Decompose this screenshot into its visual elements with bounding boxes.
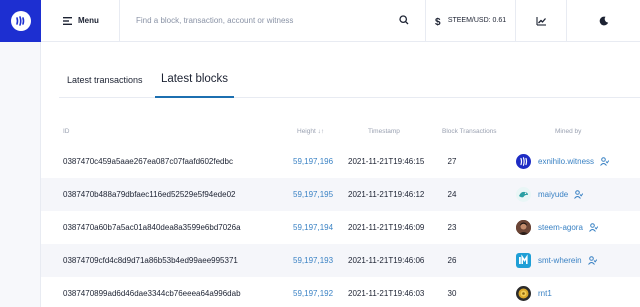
search-input[interactable]: [136, 16, 386, 25]
table-row: 0387470a60b7a5ac01a840dea8a3599e6bd7026a…: [41, 211, 640, 244]
witness-user-icon: [589, 223, 598, 232]
block-timestamp: 2021-11-21T19:46:03: [348, 289, 425, 298]
block-transactions-count: 30: [447, 289, 457, 298]
table-row: 03874709cfd4c8d9d71a86b53b4ed99aee995371…: [41, 244, 640, 277]
column-header-timestamp: Timestamp: [368, 128, 400, 135]
block-timestamp: 2021-11-21T19:46:15: [348, 157, 425, 166]
block-id: 0387470b488a79dbfaec116ed52529e5f94ede02: [63, 190, 236, 199]
block-height-link[interactable]: 59,197,196: [293, 145, 333, 178]
menu-button[interactable]: Menu: [41, 0, 120, 42]
tab-latest-blocks[interactable]: Latest blocks: [155, 62, 234, 98]
miner-name: rnt1: [538, 289, 552, 298]
witness-user-icon: [574, 190, 584, 199]
block-id: 0387470a60b7a5ac01a840dea8a3599e6bd7026a: [63, 223, 241, 232]
miner-name: steem-agora: [538, 223, 583, 232]
menu-label: Menu: [78, 16, 99, 25]
block-height-link[interactable]: 59,197,195: [293, 178, 333, 211]
block-id: 0387470c459a5aae267ea087c07faafd602fedbc: [63, 157, 233, 166]
witness-user-icon: [587, 256, 597, 265]
block-transactions-count: 26: [447, 256, 457, 265]
search-icon[interactable]: [399, 14, 409, 25]
price-ticker: $ STEEM/USD: 0.61: [426, 0, 516, 42]
block-transactions-count: 27: [447, 157, 457, 166]
dollar-icon: $: [435, 17, 441, 26]
portrait-icon: [516, 220, 531, 235]
miner-link[interactable]: steem-agora: [516, 211, 598, 244]
hamburger-icon: [63, 16, 72, 25]
miner-name: smt-wherein: [538, 256, 582, 265]
column-header-block-transactions: Block Transactions: [442, 128, 497, 135]
column-header-height[interactable]: Height ↓↑: [297, 128, 324, 135]
gold-coin-icon: [516, 286, 531, 301]
chart-button[interactable]: [516, 0, 567, 42]
svg-text:$: $: [435, 17, 441, 26]
search-box: [120, 0, 426, 42]
miner-link[interactable]: maiyude: [516, 178, 584, 211]
table-row: 0387470899ad6d46dae3344cb76eeea64a996dab…: [41, 277, 640, 307]
teal-bird-icon: [516, 187, 531, 202]
miner-link[interactable]: rnt1: [516, 277, 552, 307]
tab-bar: Latest transactions Latest blocks: [59, 62, 640, 98]
left-rail: [0, 0, 41, 307]
im-logo-icon: [516, 253, 531, 268]
block-id: 0387470899ad6d46dae3344cb76eeea64a996dab: [63, 289, 241, 298]
top-bar: Menu $ STEEM/USD: 0.61: [41, 0, 640, 42]
column-header-id: ID: [63, 128, 70, 135]
block-timestamp: 2021-11-21T19:46:12: [348, 190, 425, 199]
chart-icon: [535, 16, 546, 26]
table-row: 0387470c459a5aae267ea087c07faafd602fedbc…: [41, 145, 640, 178]
table-row: 0387470b488a79dbfaec116ed52529e5f94ede02…: [41, 178, 640, 211]
moon-icon: [599, 16, 608, 25]
block-transactions-count: 24: [447, 190, 457, 199]
miner-name: exnihilo.witness: [538, 157, 595, 166]
exnihilo-logo-icon: [516, 154, 531, 169]
price-label: STEEM/USD: 0.61: [447, 17, 507, 24]
steem-logo-icon[interactable]: [0, 0, 41, 42]
column-header-mined-by: Mined by: [555, 128, 582, 135]
dark-mode-button[interactable]: [567, 0, 640, 42]
block-timestamp: 2021-11-21T19:46:06: [348, 256, 425, 265]
block-timestamp: 2021-11-21T19:46:09: [348, 223, 425, 232]
block-id: 03874709cfd4c8d9d71a86b53b4ed99aee995371: [63, 256, 238, 265]
tab-latest-transactions[interactable]: Latest transactions: [67, 62, 143, 98]
block-height-link[interactable]: 59,197,194: [293, 211, 333, 244]
witness-user-icon: [600, 157, 610, 166]
miner-link[interactable]: exnihilo.witness: [516, 145, 610, 178]
block-height-link[interactable]: 59,197,193: [293, 244, 333, 277]
miner-link[interactable]: smt-wherein: [516, 244, 597, 277]
block-height-link[interactable]: 59,197,192: [293, 277, 333, 307]
block-transactions-count: 23: [447, 223, 457, 232]
table-header: ID Height ↓↑ Timestamp Block Transaction…: [41, 124, 640, 142]
miner-name: maiyude: [538, 190, 569, 199]
